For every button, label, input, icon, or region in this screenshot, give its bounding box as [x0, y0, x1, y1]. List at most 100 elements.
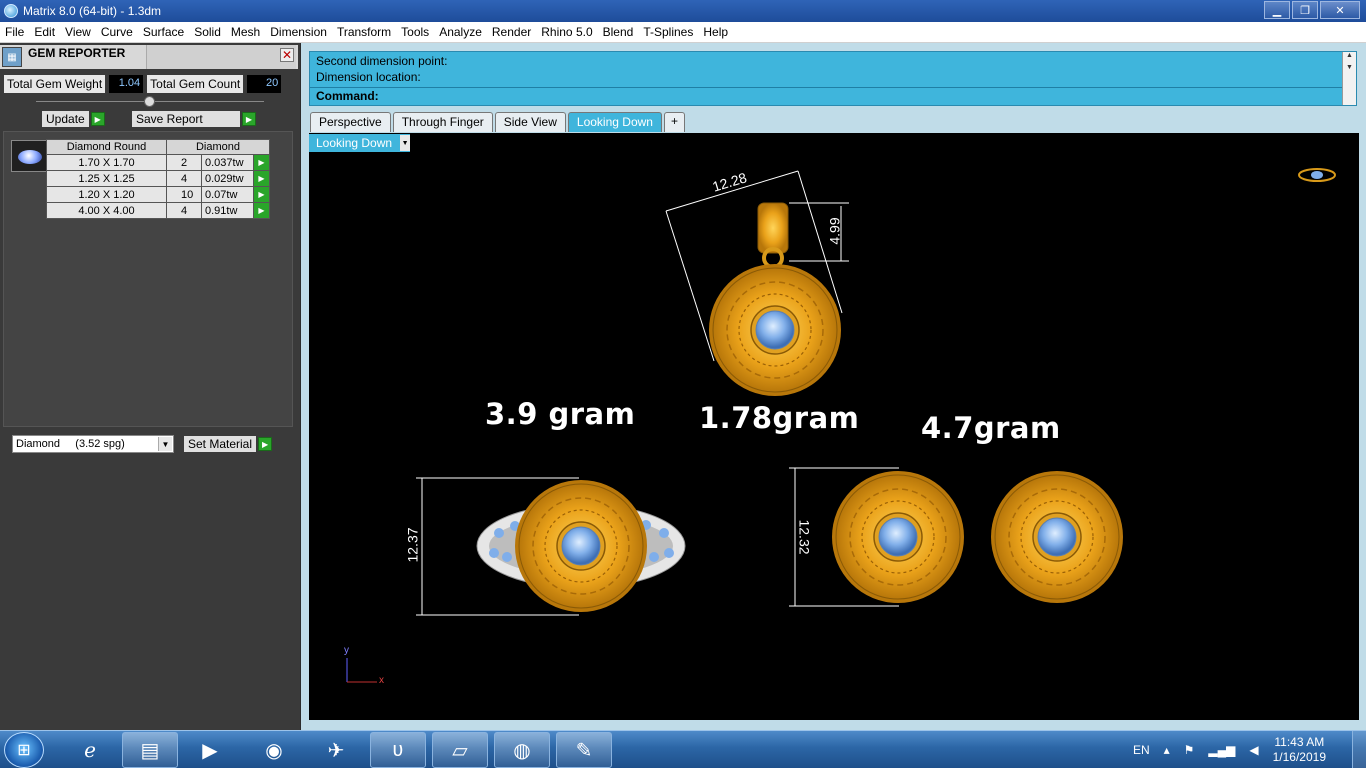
viewport-name: Looking Down [316, 136, 393, 150]
gem-size: 1.20 X 1.20 [46, 186, 167, 203]
gem-qty: 4 [166, 170, 202, 187]
column-gem-type: Diamond [166, 139, 270, 155]
action-center-icon[interactable]: ⚑ [1184, 743, 1195, 757]
menu-surface[interactable]: Surface [138, 25, 189, 39]
menu-tsplines[interactable]: T-Splines [638, 25, 698, 39]
ie-icon[interactable]: ℯ [62, 732, 118, 768]
viewport-looking-down[interactable]: Looking Down ▼ 3.9 gram 1.78gram 4.7gram… [309, 133, 1359, 720]
gem-size: 1.25 X 1.25 [46, 170, 167, 187]
chevron-down-icon[interactable]: ▼ [400, 135, 411, 151]
set-material-button[interactable]: Set Material [184, 436, 257, 452]
paint-icon[interactable]: ✎ [556, 732, 612, 768]
menu-render[interactable]: Render [487, 25, 536, 39]
menu-edit[interactable]: Edit [29, 25, 60, 39]
tab-through-finger[interactable]: Through Finger [392, 112, 493, 132]
total-weight-value: 1.04 [109, 75, 144, 93]
ring-model [476, 479, 686, 613]
row-select-icon[interactable]: ▶ [253, 170, 270, 187]
chevron-down-icon[interactable]: ▼ [158, 437, 172, 451]
command-history-line: Second dimension point: [316, 54, 448, 68]
menu-transform[interactable]: Transform [332, 25, 396, 39]
volume-icon[interactable]: ◀ [1249, 743, 1258, 757]
menu-blend[interactable]: Blend [598, 25, 639, 39]
table-row: 1.20 X 1.20 10 0.07tw ▶ [46, 186, 270, 203]
tab-perspective[interactable]: Perspective [310, 112, 391, 132]
gem-weight: 0.037tw [201, 154, 254, 171]
menu-curve[interactable]: Curve [96, 25, 138, 39]
gem-reporter-icon: ▦ [2, 47, 22, 67]
clock-date: 1/16/2019 [1272, 750, 1326, 764]
tab-side-view[interactable]: Side View [494, 112, 566, 132]
add-tab-icon[interactable]: + [663, 112, 685, 132]
ring-weight-label: 3.9 gram [485, 397, 636, 431]
tab-looking-down[interactable]: Looking Down [567, 112, 662, 132]
command-prompt[interactable]: Command: [310, 87, 1342, 105]
viewport-label[interactable]: Looking Down ▼ [309, 134, 411, 152]
gem-size: 4.00 X 4.00 [46, 202, 167, 219]
menu-analyze[interactable]: Analyze [434, 25, 487, 39]
save-report-go-icon[interactable]: ▶ [242, 112, 256, 126]
gem-totals: Total Gem Weight 1.04 Total Gem Count 20 [4, 75, 282, 93]
menu-file[interactable]: File [0, 25, 29, 39]
row-select-icon[interactable]: ▶ [253, 154, 270, 171]
save-report-button[interactable]: Save Report [132, 111, 240, 127]
taskbar: ⊞ ℯ ▤ ▶ ◉ ✈ ʋ ▱ ◍ ✎ EN ▴ ⚑ ▂▄▆ ◀ 11:43 A… [0, 730, 1366, 768]
menu-mesh[interactable]: Mesh [226, 25, 265, 39]
globe-download-icon[interactable]: ◍ [494, 732, 550, 768]
table-row: 4.00 X 4.00 4 0.91tw ▶ [46, 202, 270, 219]
scroll-down-icon[interactable]: ▼ [1343, 64, 1356, 76]
ring-height-dimension: 12.37 [404, 527, 421, 563]
close-button[interactable]: ✕ [1320, 1, 1360, 19]
notes-icon[interactable]: ▱ [432, 732, 488, 768]
total-count-label: Total Gem Count [147, 75, 244, 93]
diamond-round-thumbnail[interactable] [11, 140, 47, 172]
maximize-button[interactable]: ❐ [1292, 1, 1318, 19]
row-select-icon[interactable]: ▶ [253, 202, 270, 219]
explorer-icon[interactable]: ▤ [122, 732, 178, 768]
start-button[interactable]: ⊞ [4, 732, 44, 768]
menu-solid[interactable]: Solid [189, 25, 226, 39]
menu-tools[interactable]: Tools [396, 25, 434, 39]
main-area: Second dimension point: Dimension locati… [301, 43, 1366, 730]
gem-table: Diamond Round Diamond 1.70 X 1.70 2 0.03… [46, 139, 270, 219]
update-go-icon[interactable]: ▶ [90, 112, 105, 126]
tray-expand-icon[interactable]: ▴ [1164, 743, 1170, 757]
language-indicator[interactable]: EN [1133, 743, 1150, 757]
column-gem-shape: Diamond Round [46, 139, 167, 155]
show-desktop-button[interactable] [1352, 731, 1366, 768]
table-row: 1.25 X 1.25 4 0.029tw ▶ [46, 170, 270, 187]
window-title: Matrix 8.0 (64-bit) - 1.3dm [23, 4, 162, 18]
row-select-icon[interactable]: ▶ [253, 186, 270, 203]
gem-weight: 0.029tw [201, 170, 254, 187]
gem-weight: 0.07tw [201, 186, 254, 203]
set-material-go-icon[interactable]: ▶ [258, 437, 273, 451]
total-weight-label: Total Gem Weight [4, 75, 106, 93]
update-row: Update ▶ [42, 111, 105, 127]
game-icon[interactable]: ✈ [308, 732, 364, 768]
media-player-icon[interactable]: ▶ [182, 732, 238, 768]
update-button[interactable]: Update [42, 111, 89, 127]
minimize-button[interactable]: ▁ [1264, 1, 1290, 19]
menu-dimension[interactable]: Dimension [265, 25, 332, 39]
title-bar: Matrix 8.0 (64-bit) - 1.3dm ▁ ❐ ✕ [0, 0, 1366, 22]
material-select[interactable]: Diamond (3.52 spg) ▼ [12, 435, 174, 453]
network-icon[interactable]: ▂▄▆ [1208, 743, 1235, 757]
gem-qty: 10 [166, 186, 202, 203]
gem-reporter-title: GEM REPORTER [28, 46, 126, 60]
gem-list-area: Diamond Round Diamond 1.70 X 1.70 2 0.03… [3, 131, 293, 427]
menu-rhino[interactable]: Rhino 5.0 [536, 25, 597, 39]
menu-help[interactable]: Help [698, 25, 733, 39]
window-controls: ▁ ❐ ✕ [1264, 1, 1360, 19]
panel-close-icon[interactable]: ✕ [280, 48, 294, 62]
splitter-handle[interactable] [144, 96, 155, 107]
vo-icon[interactable]: ʋ [370, 732, 426, 768]
total-count-value: 20 [247, 75, 282, 93]
command-scrollbar[interactable]: ▲ ▼ [1342, 52, 1356, 105]
chrome-icon[interactable]: ◉ [246, 732, 302, 768]
pendant-weight-label: 1.78gram [699, 401, 860, 435]
clock[interactable]: 11:43 AM 1/16/2019 [1273, 735, 1326, 765]
scroll-up-icon[interactable]: ▲ [1343, 52, 1356, 64]
menu-view[interactable]: View [60, 25, 96, 39]
axis-y-label: y [344, 645, 349, 656]
command-history-panel: Second dimension point: Dimension locati… [309, 51, 1357, 106]
